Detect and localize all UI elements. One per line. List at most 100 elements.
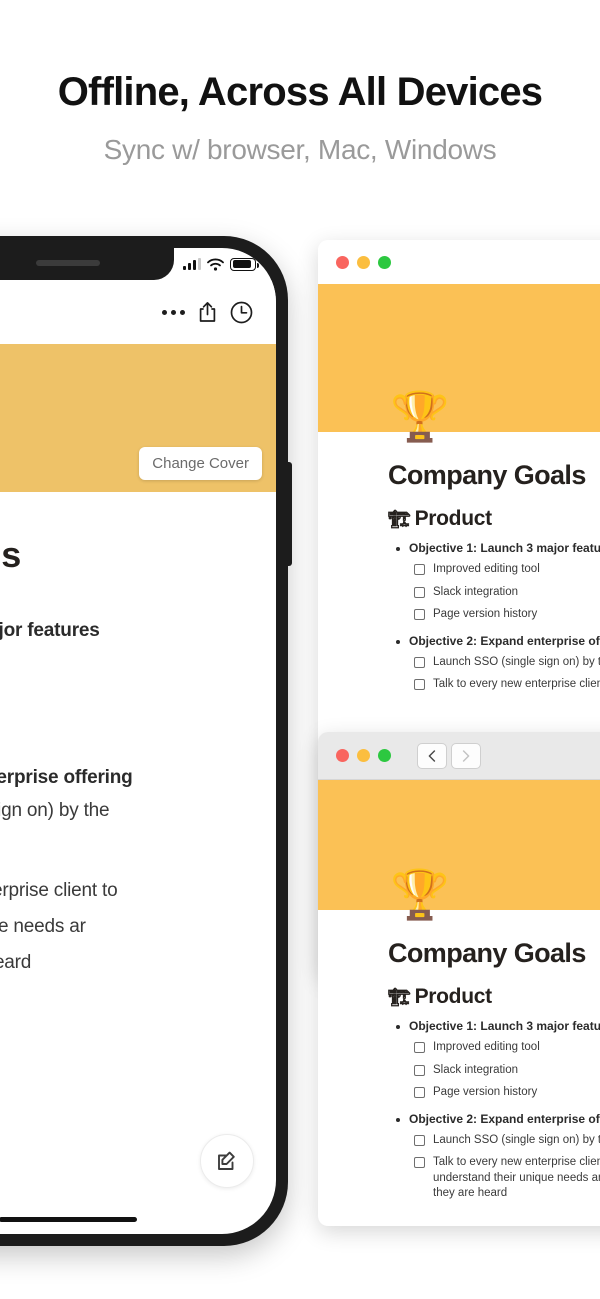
- checkbox-label: Slack integration: [433, 585, 519, 598]
- checkbox[interactable]: [414, 1157, 425, 1169]
- checkbox-label[interactable]: editing tool: [0, 651, 276, 678]
- objective-label: Objective 2: Expand enterprise offering: [409, 633, 600, 648]
- share-button[interactable]: [190, 295, 224, 329]
- objective-label: Objective 1: Launch 3 major features: [409, 1019, 600, 1033]
- clock-icon: [230, 301, 252, 323]
- trophy-icon[interactable]: 🏆: [390, 394, 600, 442]
- list-item[interactable]: Talk to every new enterprise client to u…: [414, 1155, 600, 1202]
- list-item[interactable]: Launch SSO (single sign on) by the end o…: [414, 1133, 600, 1149]
- mac-front-titlebar: [318, 732, 600, 780]
- bullet-icon: [396, 639, 400, 644]
- zoom-button[interactable]: [378, 749, 391, 762]
- checkbox-label[interactable]: ion history: [0, 723, 276, 750]
- history-button[interactable]: [224, 295, 258, 329]
- checkbox-label: Talk to every new enterprise client to u…: [433, 1156, 600, 1200]
- forward-button[interactable]: [451, 742, 481, 769]
- checkbox-label: Launch SSO (single sign on) by the end o…: [433, 655, 600, 668]
- list-item[interactable]: Slack integration: [414, 1063, 600, 1079]
- checkbox[interactable]: [414, 609, 425, 621]
- checkbox-label[interactable]: gration: [0, 687, 276, 714]
- crane-icon: 🏗: [388, 987, 411, 1007]
- checkbox[interactable]: [414, 586, 425, 598]
- change-cover-button[interactable]: Change Cover: [139, 447, 262, 480]
- home-indicator[interactable]: [0, 1217, 137, 1222]
- power-button[interactable]: [286, 462, 292, 566]
- back-button[interactable]: [417, 742, 447, 769]
- section-heading[interactable]: 🏗 Product: [388, 507, 600, 531]
- objective-label[interactable]: Expand enterprise offering: [0, 767, 276, 789]
- checkbox-label[interactable]: SO (single sign on) by the: [0, 798, 276, 825]
- list-item[interactable]: Objective 2: Expand enterprise offering: [396, 634, 600, 648]
- checkbox-label: Page version history: [433, 608, 538, 621]
- section-heading-label: Product: [414, 507, 493, 530]
- checkbox[interactable]: [414, 656, 425, 668]
- list-item[interactable]: Improved editing tool: [414, 562, 600, 578]
- checkbox-label[interactable]: d their unique needs ar: [0, 914, 276, 941]
- share-icon: [199, 302, 215, 322]
- mac-window-front[interactable]: 🏆 Company Goals 🏗 Product Objective 1: La…: [318, 732, 600, 1226]
- checkbox[interactable]: [414, 1087, 425, 1099]
- close-button[interactable]: [336, 749, 349, 762]
- phone-document: y Goals aunch 3 major features editing t…: [0, 492, 276, 986]
- checkbox-label[interactable]: e year: [0, 834, 276, 861]
- battery-icon: [230, 257, 259, 271]
- checkbox[interactable]: [414, 564, 425, 575]
- checkbox[interactable]: [414, 1134, 425, 1146]
- page-title: Offline, Across All Devices: [57, 70, 543, 114]
- checkbox-label[interactable]: ery new enterprise client to: [0, 878, 276, 905]
- mac-front-document: Company Goals 🏗 Product Objective 1: Laun…: [318, 920, 600, 1202]
- wifi-icon: [207, 258, 224, 271]
- promo-screenshot: Offline, Across All Devices Sync w/ brow…: [0, 0, 600, 1299]
- navigation-buttons: [417, 742, 481, 769]
- zoom-button[interactable]: [378, 255, 391, 269]
- document-title[interactable]: Company Goals: [388, 938, 600, 969]
- list-item[interactable]: Page version history: [414, 1085, 600, 1101]
- document-title[interactable]: y Goals: [0, 492, 276, 576]
- mac-back-document: Company Goals 🏗 Product Objective 1: Laun…: [318, 442, 600, 693]
- status-bar: [0, 248, 276, 280]
- section-heading[interactable]: 🏗 Product: [388, 985, 600, 1009]
- list-item[interactable]: Talk to every new enterprise client to u…: [414, 677, 600, 693]
- phone-mockup: 🏆 Compa...: [0, 236, 292, 1246]
- checkbox[interactable]: [414, 1042, 425, 1053]
- ellipsis-icon: [161, 309, 185, 315]
- checkbox-label: Slack integration: [433, 1063, 519, 1076]
- minimize-button[interactable]: [357, 255, 370, 269]
- bullet-icon: [396, 1025, 400, 1029]
- crane-icon: 🏗: [388, 509, 411, 529]
- objective-label: Objective 2: Expand enterprise offering: [409, 1111, 600, 1126]
- checkbox-label: Improved editing tool: [433, 563, 540, 575]
- checkbox-label[interactable]: e they are heard: [0, 950, 276, 977]
- minimize-button[interactable]: [357, 749, 370, 762]
- bullet-icon: [396, 547, 400, 551]
- compose-icon: [218, 1151, 235, 1170]
- checkbox-label: Page version history: [433, 1086, 538, 1099]
- objective-label[interactable]: aunch 3 major features: [0, 620, 276, 642]
- checkbox[interactable]: [414, 1064, 425, 1076]
- list-item[interactable]: Objective 1: Launch 3 major features: [396, 541, 600, 555]
- checkbox[interactable]: [414, 679, 425, 691]
- bullet-icon: [396, 1117, 400, 1122]
- document-title[interactable]: Company Goals: [388, 460, 600, 491]
- cellular-signal-icon: [183, 258, 201, 270]
- section-heading-label: Product: [414, 985, 493, 1008]
- list-item[interactable]: Objective 2: Expand enterprise offering: [396, 1112, 600, 1126]
- list-item[interactable]: Slack integration: [414, 585, 600, 601]
- page-subtitle: Sync w/ browser, Mac, Windows: [103, 134, 497, 165]
- cover-image[interactable]: Change Cover: [0, 344, 276, 492]
- mac-back-titlebar: [318, 240, 600, 284]
- close-button[interactable]: [336, 255, 349, 269]
- chevron-left-icon: [428, 749, 436, 762]
- trophy-icon[interactable]: 🏆: [390, 872, 600, 920]
- checkbox-label: Talk to every new enterprise client to u…: [433, 678, 600, 691]
- more-button[interactable]: [156, 295, 190, 329]
- list-item[interactable]: Launch SSO (single sign on) by the end o…: [414, 655, 600, 671]
- list-item[interactable]: Improved editing tool: [414, 1040, 600, 1056]
- list-item[interactable]: Page version history: [414, 607, 600, 623]
- phone-navbar: 🏆 Compa...: [0, 280, 276, 344]
- checkbox-label: Improved editing tool: [433, 1041, 540, 1053]
- compose-button[interactable]: [200, 1134, 254, 1188]
- list-item[interactable]: Objective 1: Launch 3 major features: [396, 1019, 600, 1033]
